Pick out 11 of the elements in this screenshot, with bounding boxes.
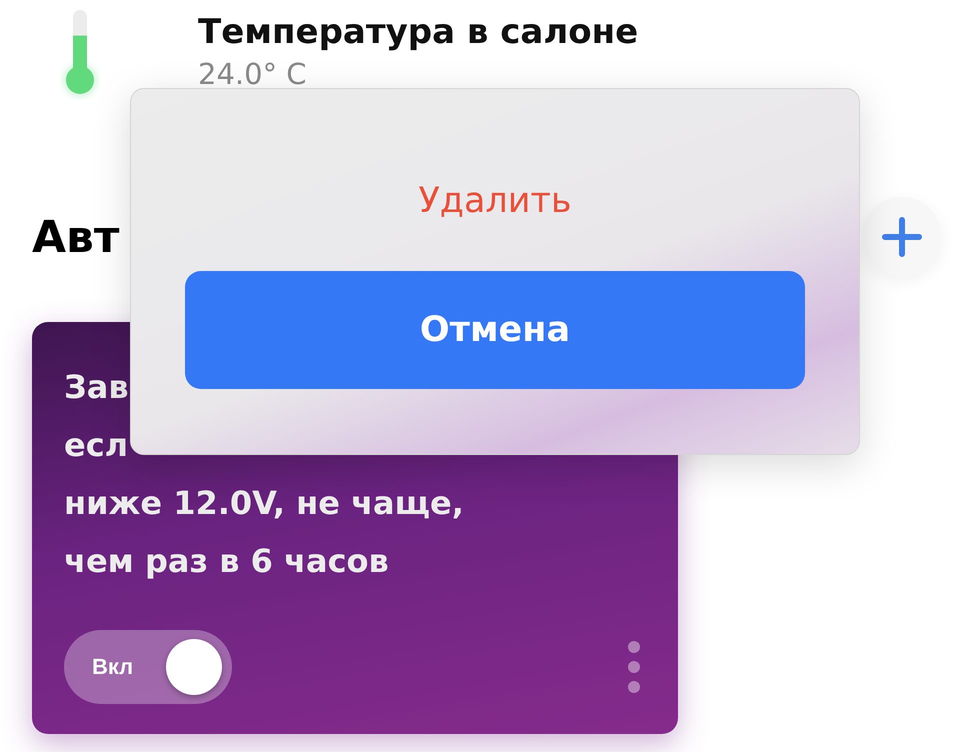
automation-description: чем раз в 6 часов (64, 541, 389, 582)
automation-description: Зав (64, 367, 129, 408)
toggle-switch[interactable]: Вкл (64, 630, 232, 704)
plus-icon (881, 216, 923, 258)
sensor-reading: 24.0° C (198, 56, 308, 93)
section-title: Авт (32, 212, 120, 262)
automation-description: ниже 12.0V, не чаще, (64, 483, 464, 524)
sensor-title: Температура в салоне (198, 11, 638, 54)
delete-button[interactable]: Удалить (398, 177, 592, 225)
automation-description: есл (64, 425, 128, 466)
cancel-button[interactable]: Отмена (185, 271, 805, 389)
